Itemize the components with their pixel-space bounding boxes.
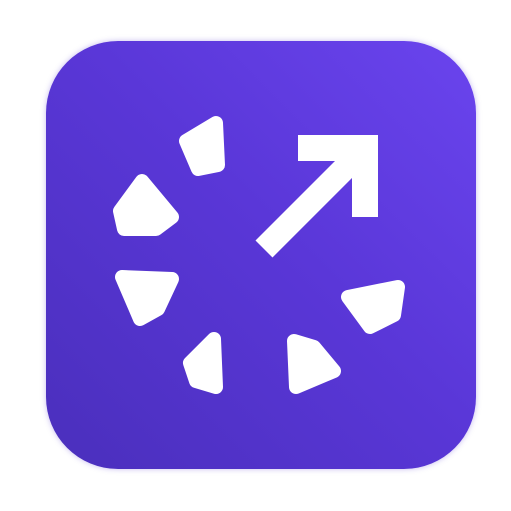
dot-segment-right-lower <box>341 280 405 334</box>
app-icon-tile[interactable] <box>46 41 476 469</box>
dot-segment-bottom-right <box>287 334 341 394</box>
arrow-up-right-dotted-circle-icon <box>113 116 405 394</box>
icon-canvas <box>0 0 511 511</box>
dot-segment-bottom-left <box>183 332 223 394</box>
dot-segment-left-upper <box>113 174 179 236</box>
arrow-up-right-icon <box>255 135 378 258</box>
dot-segment-left-lower <box>115 270 179 326</box>
dot-segment-top-left <box>179 116 225 176</box>
